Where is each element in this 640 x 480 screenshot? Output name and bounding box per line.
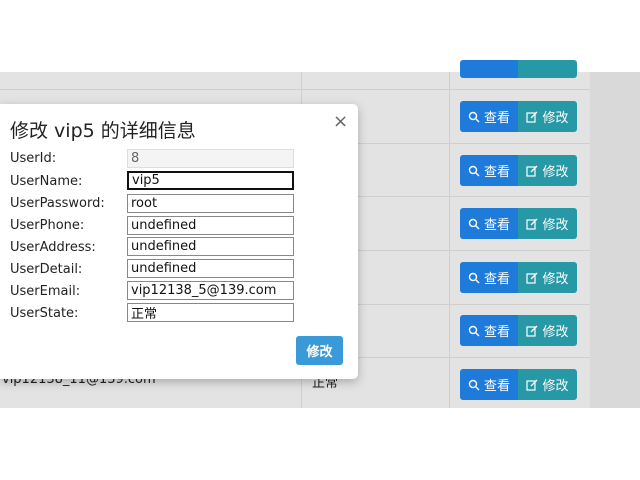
edit-button-label: 修改 <box>542 325 569 340</box>
view-button-label: 查看 <box>483 111 510 126</box>
edit-button[interactable]: 修改 <box>518 315 577 346</box>
view-button[interactable] <box>460 60 518 78</box>
close-icon[interactable]: × <box>333 113 348 131</box>
label-state: UserState: <box>10 306 79 321</box>
search-icon <box>468 165 480 176</box>
search-icon <box>468 325 480 336</box>
edit-button[interactable] <box>518 60 577 78</box>
edit-button-label: 修改 <box>542 272 569 287</box>
view-button-label: 查看 <box>483 218 510 233</box>
label-email: UserEmail: <box>10 284 81 299</box>
phone-field[interactable] <box>127 216 294 235</box>
edit-icon <box>526 218 538 230</box>
label-detail: UserDetail: <box>10 262 83 277</box>
table-row <box>0 89 590 90</box>
label-address: UserAddress: <box>10 240 96 255</box>
view-button[interactable]: 查看 <box>460 315 518 346</box>
table-scroll-area <box>590 72 640 408</box>
label-userid: UserId: <box>10 151 57 166</box>
edit-button[interactable]: 修改 <box>518 208 577 239</box>
email-field[interactable] <box>127 281 294 300</box>
edit-button[interactable]: 修改 <box>518 101 577 132</box>
view-button-label: 查看 <box>483 325 510 340</box>
label-password: UserPassword: <box>10 196 105 211</box>
edit-button[interactable]: 修改 <box>518 262 577 293</box>
view-button[interactable]: 查看 <box>460 155 518 186</box>
search-icon <box>468 111 480 122</box>
edit-icon <box>526 379 538 391</box>
detail-field[interactable] <box>127 259 294 278</box>
username-field[interactable] <box>127 171 294 190</box>
view-button[interactable]: 查看 <box>460 369 518 400</box>
view-button[interactable]: 查看 <box>460 101 518 132</box>
view-button[interactable]: 查看 <box>460 262 518 293</box>
edit-button-label: 修改 <box>542 218 569 233</box>
view-button-label: 查看 <box>483 379 510 394</box>
view-button-label: 查看 <box>483 272 510 287</box>
edit-user-modal: 修改 vip5 的详细信息 × UserId: UserName: UserPa… <box>0 104 358 379</box>
edit-icon <box>526 165 538 177</box>
edit-icon <box>526 325 538 337</box>
edit-button-label: 修改 <box>542 379 569 394</box>
label-phone: UserPhone: <box>10 218 85 233</box>
label-username: UserName: <box>10 174 83 189</box>
submit-button[interactable]: 修改 <box>296 336 343 365</box>
edit-icon <box>526 272 538 284</box>
search-icon <box>468 218 480 229</box>
password-field[interactable] <box>127 194 294 213</box>
address-field[interactable] <box>127 237 294 256</box>
search-icon <box>468 272 480 283</box>
view-button[interactable]: 查看 <box>460 208 518 239</box>
search-icon <box>468 379 480 390</box>
edit-button[interactable]: 修改 <box>518 369 577 400</box>
state-field[interactable] <box>127 303 294 322</box>
modal-title: 修改 vip5 的详细信息 <box>10 120 196 142</box>
view-button-label: 查看 <box>483 165 510 180</box>
edit-button-label: 修改 <box>542 165 569 180</box>
edit-button-label: 修改 <box>542 111 569 126</box>
edit-button[interactable]: 修改 <box>518 155 577 186</box>
edit-icon <box>526 111 538 123</box>
userid-field <box>127 149 294 168</box>
